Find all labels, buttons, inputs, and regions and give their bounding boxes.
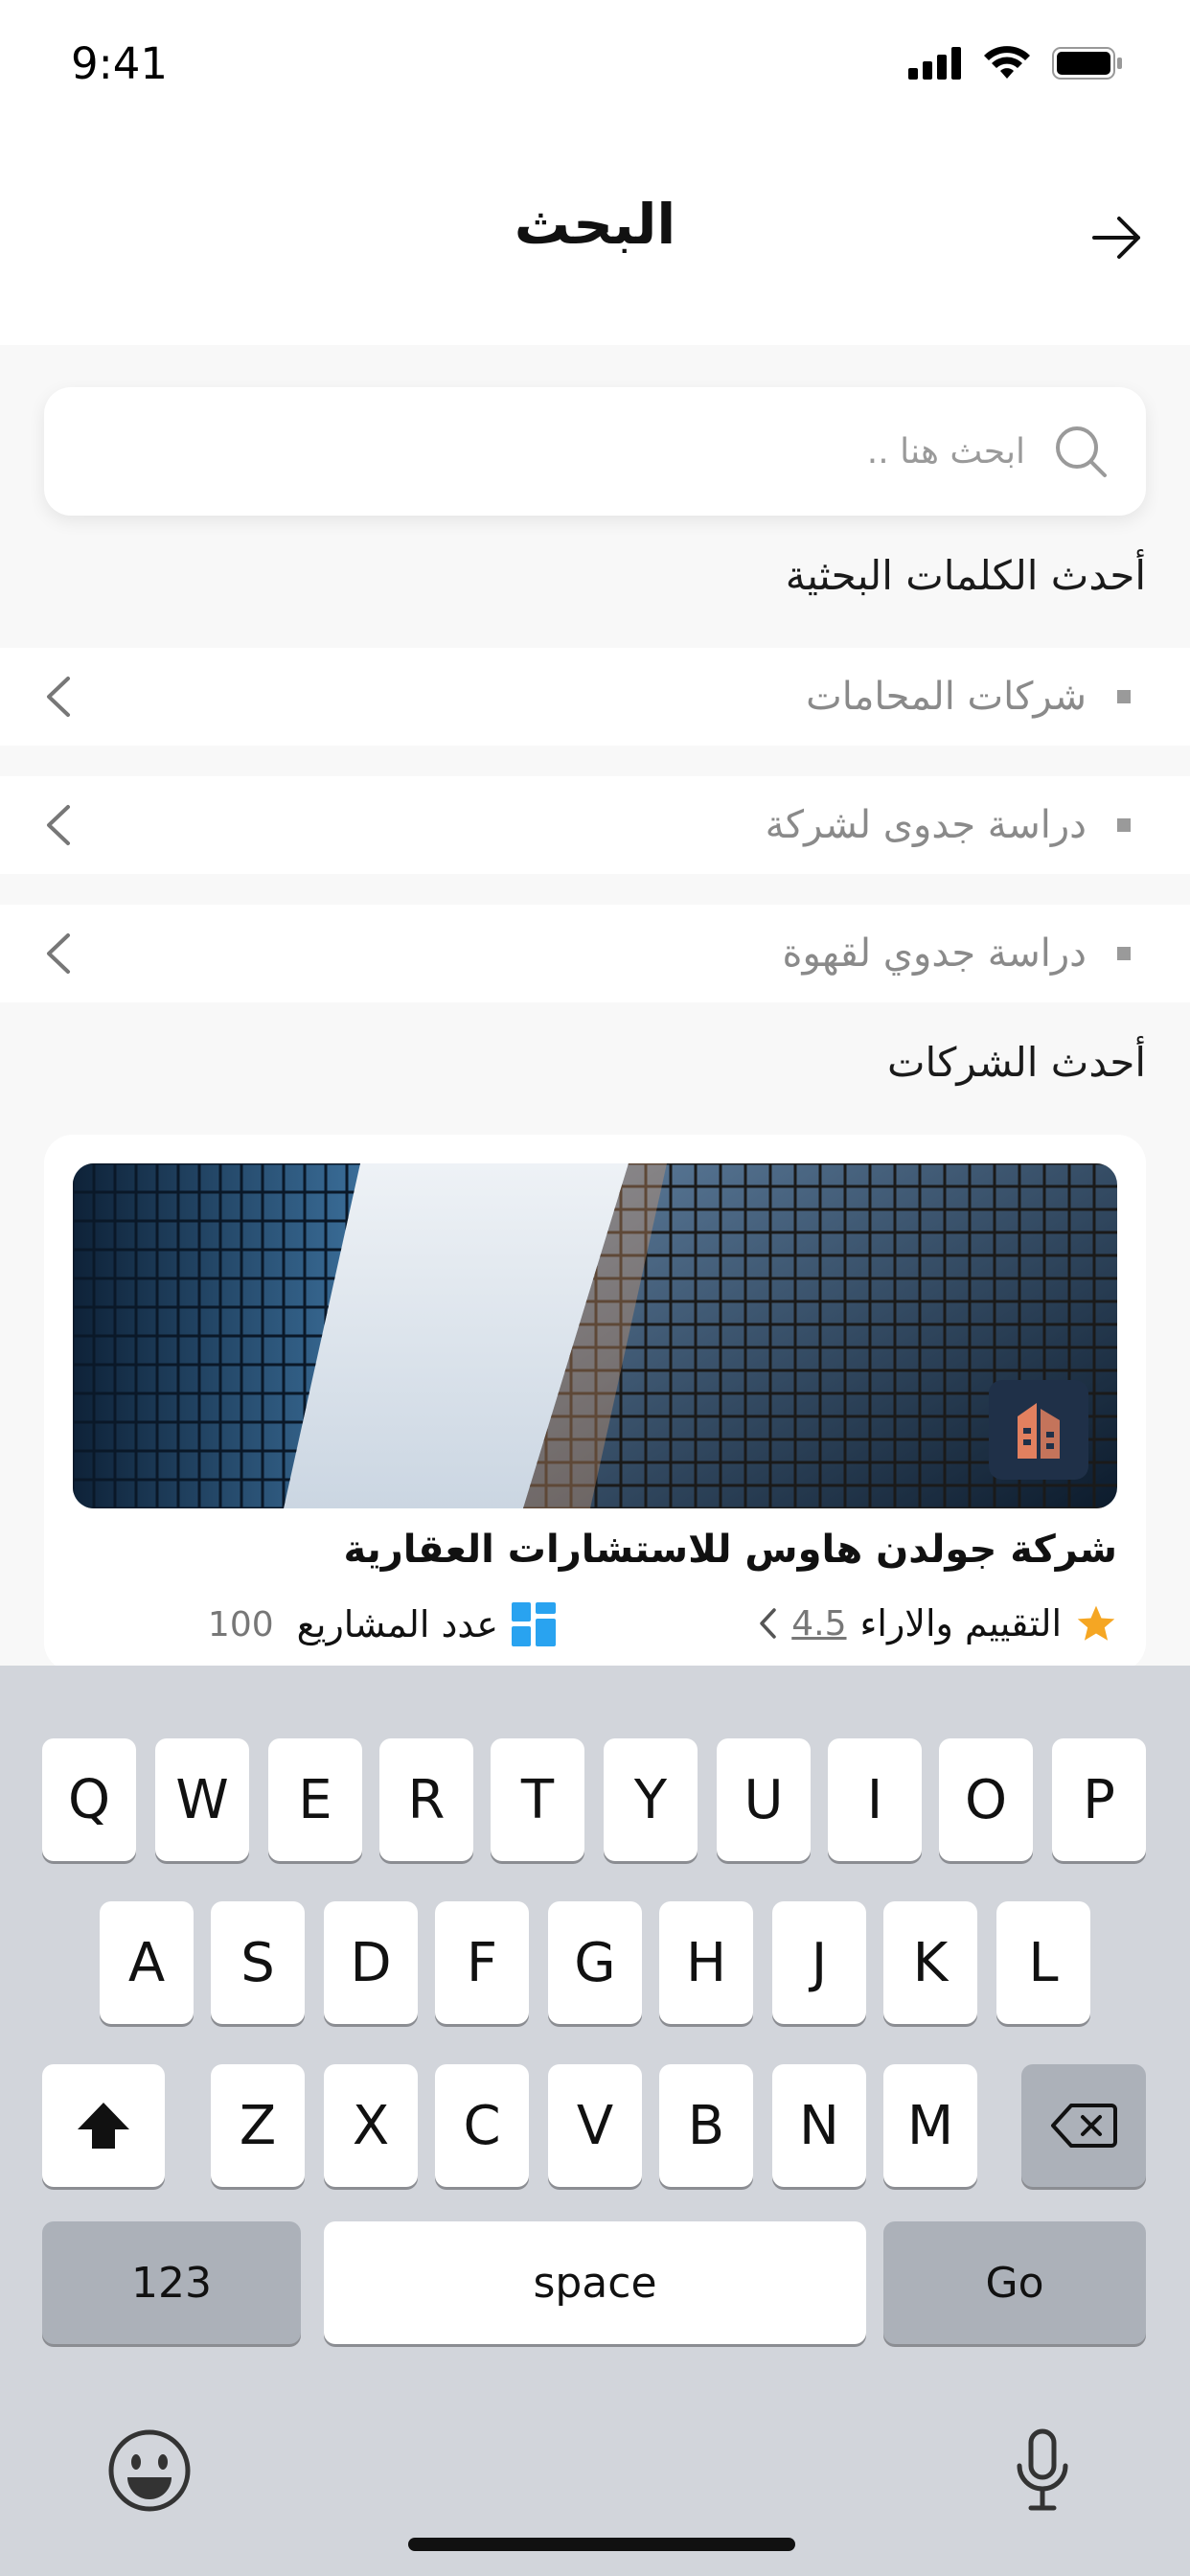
- status-icons: [908, 44, 1123, 82]
- on-screen-keyboard: Q W E R T Y U I O P A S D F G H J K L Z …: [0, 1666, 1190, 2576]
- chevron-left-icon: [29, 796, 86, 854]
- company-rating[interactable]: التقييم والاراء 4.5: [757, 1602, 1117, 1644]
- key-p[interactable]: P: [1052, 1738, 1146, 1861]
- projects-count: 100: [207, 1604, 274, 1644]
- key-g[interactable]: G: [548, 1901, 642, 2024]
- recent-search-item[interactable]: دراسة جدوي لقهوة: [0, 905, 1190, 1002]
- cellular-signal-icon: [908, 47, 961, 80]
- back-button[interactable]: [1083, 203, 1152, 272]
- dictation-button[interactable]: [996, 2425, 1088, 2517]
- key-d[interactable]: D: [324, 1901, 418, 2024]
- key-a[interactable]: A: [100, 1901, 194, 2024]
- bullet-icon: [1117, 818, 1131, 832]
- shift-key[interactable]: [42, 2064, 165, 2187]
- rating-label: التقييم والاراء: [859, 1602, 1062, 1644]
- delete-key[interactable]: [1021, 2064, 1146, 2187]
- key-c[interactable]: C: [435, 2064, 529, 2187]
- status-time: 9:41: [71, 38, 169, 89]
- wifi-icon: [984, 46, 1030, 79]
- key-e[interactable]: E: [268, 1738, 362, 1861]
- company-card[interactable]: شركة جولدن هاوس للاستشارات العقارية التق…: [44, 1135, 1146, 1671]
- backspace-icon: [1051, 2104, 1117, 2148]
- arrow-right-icon: [1092, 217, 1140, 259]
- header: البحث: [0, 134, 1190, 345]
- shift-icon: [78, 2103, 129, 2149]
- space-key[interactable]: space: [324, 2221, 866, 2344]
- projects-label: عدد المشاريع: [296, 1603, 498, 1645]
- status-bar: 9:41: [0, 0, 1190, 134]
- key-j[interactable]: J: [772, 1901, 866, 2024]
- search-input[interactable]: [165, 430, 1027, 472]
- recent-search-label: دراسة جدوى لشركة: [765, 803, 1087, 847]
- grid-projects-icon: [512, 1602, 556, 1646]
- key-h[interactable]: H: [659, 1901, 753, 2024]
- key-n[interactable]: N: [772, 2064, 866, 2187]
- chevron-left-icon: [29, 668, 86, 725]
- building-logo-icon: [1018, 1403, 1060, 1459]
- bullet-icon: [1117, 947, 1131, 960]
- key-x[interactable]: X: [324, 2064, 418, 2187]
- go-key[interactable]: Go: [883, 2221, 1146, 2344]
- battery-icon: [1052, 47, 1122, 80]
- star-icon: [1077, 1605, 1115, 1641]
- latest-companies-title: أحدث الشركات: [886, 1039, 1146, 1086]
- company-cover-image: [73, 1163, 1117, 1508]
- numbers-key[interactable]: 123: [42, 2221, 301, 2344]
- page-title: البحث: [514, 192, 676, 257]
- recent-searches-title: أحدث الكلمات البحثية: [785, 552, 1146, 599]
- key-r[interactable]: R: [379, 1738, 473, 1861]
- chevron-left-icon: [29, 925, 86, 982]
- recent-search-label: شركات المحامات: [806, 675, 1087, 719]
- key-q[interactable]: Q: [42, 1738, 136, 1861]
- company-logo: [989, 1380, 1088, 1480]
- recent-search-label: دراسة جدوي لقهوة: [782, 932, 1087, 976]
- key-v[interactable]: V: [548, 2064, 642, 2187]
- chevron-left-icon: [760, 1608, 776, 1639]
- key-f[interactable]: F: [435, 1901, 529, 2024]
- rating-value[interactable]: 4.5: [791, 1604, 846, 1644]
- key-m[interactable]: M: [883, 2064, 977, 2187]
- microphone-icon: [1017, 2428, 1068, 2511]
- emoji-button[interactable]: [103, 2425, 195, 2517]
- search-icon: [1052, 423, 1110, 480]
- recent-search-item[interactable]: شركات المحامات: [0, 648, 1190, 746]
- key-k[interactable]: K: [883, 1901, 977, 2024]
- company-name: شركة جولدن هاوس للاستشارات العقارية: [343, 1528, 1117, 1572]
- key-u[interactable]: U: [717, 1738, 811, 1861]
- key-s[interactable]: S: [211, 1901, 305, 2024]
- emoji-icon: [108, 2429, 191, 2512]
- key-t[interactable]: T: [491, 1738, 584, 1861]
- key-y[interactable]: Y: [604, 1738, 698, 1861]
- recent-search-item[interactable]: دراسة جدوى لشركة: [0, 776, 1190, 874]
- search-bar[interactable]: [44, 387, 1146, 516]
- key-w[interactable]: W: [155, 1738, 249, 1861]
- key-z[interactable]: Z: [211, 2064, 305, 2187]
- key-i[interactable]: I: [828, 1738, 922, 1861]
- company-projects: عدد المشاريع 100: [208, 1602, 556, 1646]
- home-indicator: [408, 2538, 795, 2551]
- key-o[interactable]: O: [939, 1738, 1033, 1861]
- bullet-icon: [1117, 690, 1131, 703]
- key-b[interactable]: B: [659, 2064, 753, 2187]
- key-l[interactable]: L: [996, 1901, 1090, 2024]
- buildings-image: [73, 1163, 1117, 1508]
